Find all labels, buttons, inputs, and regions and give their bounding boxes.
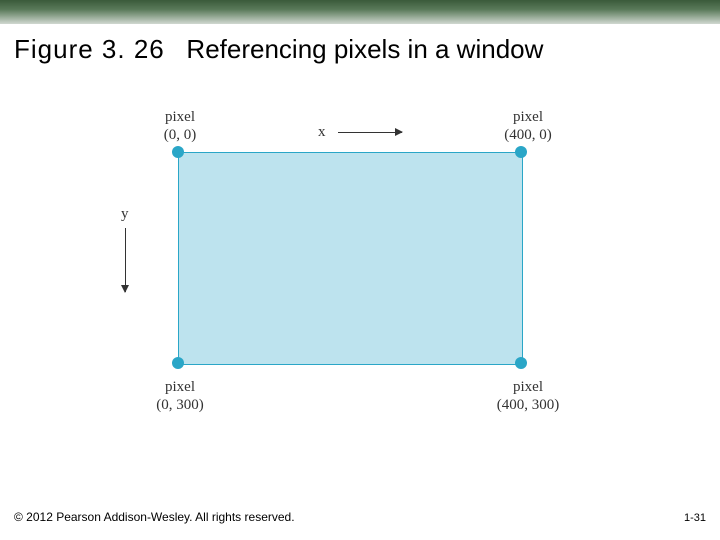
pixel-dot-bottom-left [172,357,184,369]
pixel-dot-top-right [515,146,527,158]
page-number: 1-31 [684,512,706,524]
pixel-label-bottom-left: pixel (0, 300) [148,378,212,414]
figure-title: Figure 3. 26 Referencing pixels in a win… [14,34,543,65]
x-axis-arrow-icon [338,132,402,133]
y-axis-label: y [121,206,129,223]
x-axis-label: x [318,124,326,141]
figure-number: Figure 3. 26 [14,34,165,64]
window-rectangle [178,152,523,365]
header-gradient [0,0,720,24]
pixel-dot-bottom-right [515,357,527,369]
figure-caption: Referencing pixels in a window [186,34,543,64]
copyright-text: © 2012 Pearson Addison-Wesley. All right… [14,510,295,524]
pixel-label-top-right: pixel (400, 0) [498,108,558,144]
y-axis-arrow-icon [125,228,126,292]
pixel-label-top-left: pixel (0, 0) [158,108,202,144]
pixel-label-bottom-right: pixel (400, 300) [488,378,568,414]
diagram-canvas: x y pixel (0, 0) pixel (400, 0) pixel (0… [0,90,720,460]
pixel-dot-top-left [172,146,184,158]
